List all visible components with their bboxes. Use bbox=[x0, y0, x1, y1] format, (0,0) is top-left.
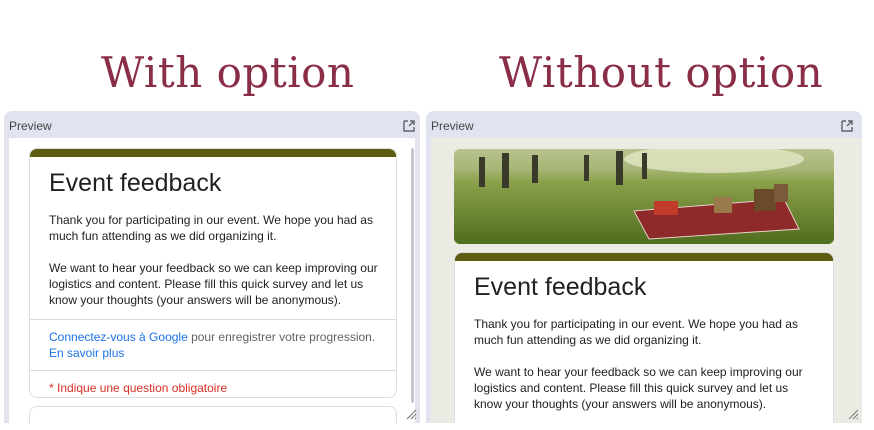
scrollbar-thumb[interactable] bbox=[411, 148, 414, 403]
description-paragraph-2: We want to hear your feedback so we can … bbox=[49, 261, 378, 307]
form-description: Thank you for participating in our event… bbox=[49, 212, 378, 308]
form-title: Event feedback bbox=[474, 273, 647, 301]
scrollbar[interactable] bbox=[411, 138, 415, 423]
preview-label: Preview bbox=[9, 119, 52, 133]
description-paragraph-1: Thank you for participating in our event… bbox=[474, 317, 798, 347]
form-description: Thank you for participating in our event… bbox=[474, 316, 815, 412]
preview-label: Preview bbox=[431, 119, 474, 133]
theme-top-bar bbox=[30, 149, 396, 157]
signin-notice: Connectez-vous à Google pour enregistrer… bbox=[30, 320, 396, 370]
required-note: * Indique une question obligatoire bbox=[49, 381, 228, 395]
report-feedback-icon[interactable] bbox=[447, 422, 465, 423]
preview-panel-with-option: Preview Event feedback Thank you for par… bbox=[4, 111, 420, 423]
banner-image bbox=[454, 149, 834, 244]
form-preview-area: Event feedback Thank you for participati… bbox=[9, 138, 415, 423]
open-in-new-icon[interactable] bbox=[402, 119, 416, 133]
picnic-field-photo bbox=[454, 149, 834, 244]
resize-handle-icon[interactable] bbox=[406, 409, 417, 420]
form-header-card: Event feedback Thank you for participati… bbox=[29, 148, 397, 398]
theme-top-bar bbox=[455, 253, 833, 261]
form-preview-area: Event feedback Thank you for participati… bbox=[431, 138, 862, 423]
signin-link[interactable]: Connectez-vous à Google bbox=[49, 330, 188, 344]
form-title: Event feedback bbox=[49, 169, 222, 197]
resize-handle-icon[interactable] bbox=[848, 409, 859, 420]
signin-text: pour enregistrer votre progression. bbox=[187, 330, 376, 344]
description-paragraph-2: We want to hear your feedback so we can … bbox=[474, 365, 803, 411]
open-in-new-icon[interactable] bbox=[840, 119, 854, 133]
preview-panel-without-option: Preview Event feedback Thank you for par… bbox=[426, 111, 862, 423]
form-header-card: Event feedback Thank you for participati… bbox=[454, 252, 834, 423]
learn-more-link[interactable]: En savoir plus bbox=[49, 346, 124, 360]
next-question-card bbox=[29, 406, 397, 423]
description-paragraph-1: Thank you for participating in our event… bbox=[49, 213, 373, 243]
heading-with-option: With option bbox=[101, 48, 355, 97]
heading-without-option: Without option bbox=[499, 48, 824, 97]
